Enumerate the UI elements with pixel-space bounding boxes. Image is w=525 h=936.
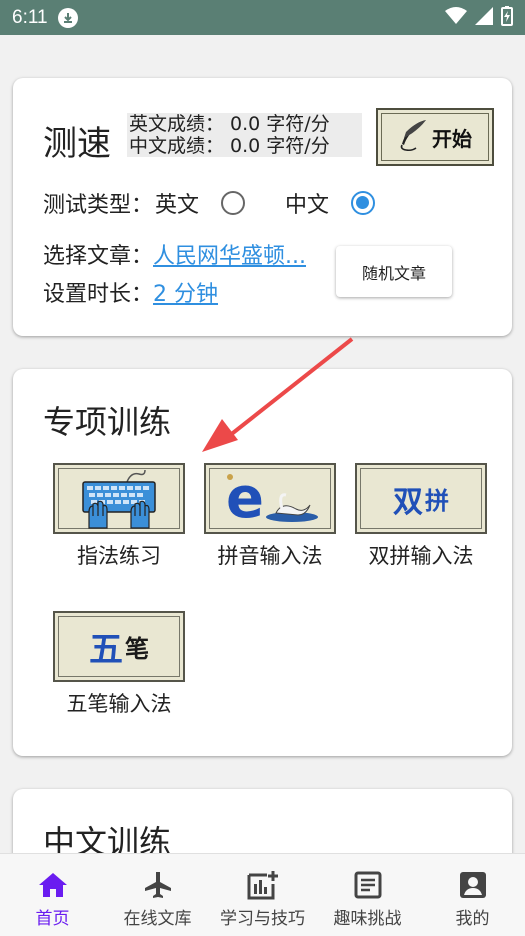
type-option-chinese-label: 中文 bbox=[285, 193, 330, 218]
speed-test-title: 测速 bbox=[43, 124, 111, 164]
duration-row: 设置时长： 2 分钟 bbox=[43, 276, 218, 308]
nav-label: 趣味挑战 bbox=[333, 909, 402, 929]
start-label: 开始 bbox=[432, 126, 472, 151]
nav-online-library[interactable]: 在线文库 bbox=[105, 854, 210, 936]
nav-label: 学习与技巧 bbox=[220, 909, 305, 929]
wubi-glyph-secondary: 笔 bbox=[125, 635, 149, 663]
svg-text:e: e bbox=[226, 469, 264, 529]
wubi-icon: 五 笔 bbox=[53, 611, 185, 682]
status-time: 6:11 bbox=[12, 6, 48, 28]
battery-icon bbox=[501, 5, 513, 30]
chinese-radio[interactable] bbox=[351, 191, 376, 215]
status-bar: 6:11 bbox=[0, 0, 525, 35]
quill-icon bbox=[398, 118, 428, 156]
account-box-icon bbox=[459, 870, 487, 900]
wifi-icon bbox=[445, 6, 467, 29]
tile-label: 指法练习 bbox=[77, 544, 161, 568]
keyboard-hands-icon bbox=[53, 463, 185, 534]
signal-icon bbox=[475, 6, 493, 29]
special-training-title: 专项训练 bbox=[43, 403, 172, 441]
article-row: 选择文章： 人民网华盛顿... bbox=[43, 238, 306, 270]
shuangpin-glyph-main: 双 bbox=[393, 484, 423, 520]
type-option-english-label: 英文 bbox=[155, 193, 200, 218]
nav-me[interactable]: 我的 bbox=[420, 854, 525, 936]
chart-add-icon bbox=[247, 870, 279, 900]
english-radio[interactable] bbox=[221, 191, 246, 215]
airplane-icon bbox=[143, 870, 173, 900]
bottom-nav: 首页 在线文库 学习与技巧 趣味挑战 我的 bbox=[0, 853, 525, 936]
tile-label: 五笔输入法 bbox=[66, 692, 172, 716]
shuangpin-input-tile[interactable]: 双 拼 双拼输入法 bbox=[355, 463, 487, 570]
special-training-card: 专项训练 指法练习 e 拼音输入法 双 拼 双拼输入法 五 笔 五笔输入法 bbox=[13, 369, 512, 756]
wubi-input-tile[interactable]: 五 笔 五笔输入法 bbox=[53, 611, 185, 718]
duration-link[interactable]: 2 分钟 bbox=[153, 276, 218, 308]
nav-label: 我的 bbox=[455, 909, 490, 929]
home-icon bbox=[38, 870, 68, 900]
chinese-score: 中文成绩： 0.0 字符/分 bbox=[129, 135, 330, 157]
start-button[interactable]: 开始 bbox=[376, 108, 494, 166]
english-score: 英文成绩： 0.0 字符/分 bbox=[129, 113, 330, 135]
nav-label: 首页 bbox=[35, 909, 70, 929]
download-icon bbox=[57, 7, 78, 28]
fingering-practice-tile[interactable]: 指法练习 bbox=[53, 463, 185, 570]
test-type-label: 测试类型： bbox=[43, 193, 154, 218]
shuangpin-glyph-secondary: 拼 bbox=[425, 487, 449, 515]
nav-home[interactable]: 首页 bbox=[0, 854, 105, 936]
article-label: 选择文章： bbox=[43, 244, 154, 269]
nav-fun-challenge[interactable]: 趣味挑战 bbox=[315, 854, 420, 936]
nav-learning-tips[interactable]: 学习与技巧 bbox=[210, 854, 315, 936]
tile-label: 拼音输入法 bbox=[217, 544, 323, 568]
pinyin-e-swan-icon: e bbox=[204, 463, 336, 534]
article-icon bbox=[354, 870, 382, 900]
tile-label: 双拼输入法 bbox=[368, 544, 474, 568]
speed-test-card: 测速 英文成绩： 0.0 字符/分 中文成绩： 0.0 字符/分 开始 测试类型… bbox=[13, 78, 512, 336]
nav-label: 在线文库 bbox=[123, 909, 192, 929]
duration-label: 设置时长： bbox=[43, 282, 154, 307]
shuangpin-icon: 双 拼 bbox=[355, 463, 487, 534]
pinyin-input-tile[interactable]: e 拼音输入法 bbox=[204, 463, 336, 570]
random-article-button[interactable]: 随机文章 bbox=[336, 246, 452, 297]
test-type-row: 测试类型： 英文 中文 bbox=[43, 186, 376, 220]
score-panel: 英文成绩： 0.0 字符/分 中文成绩： 0.0 字符/分 bbox=[127, 113, 362, 157]
wubi-glyph-main: 五 bbox=[89, 630, 123, 670]
article-link[interactable]: 人民网华盛顿... bbox=[153, 238, 306, 270]
